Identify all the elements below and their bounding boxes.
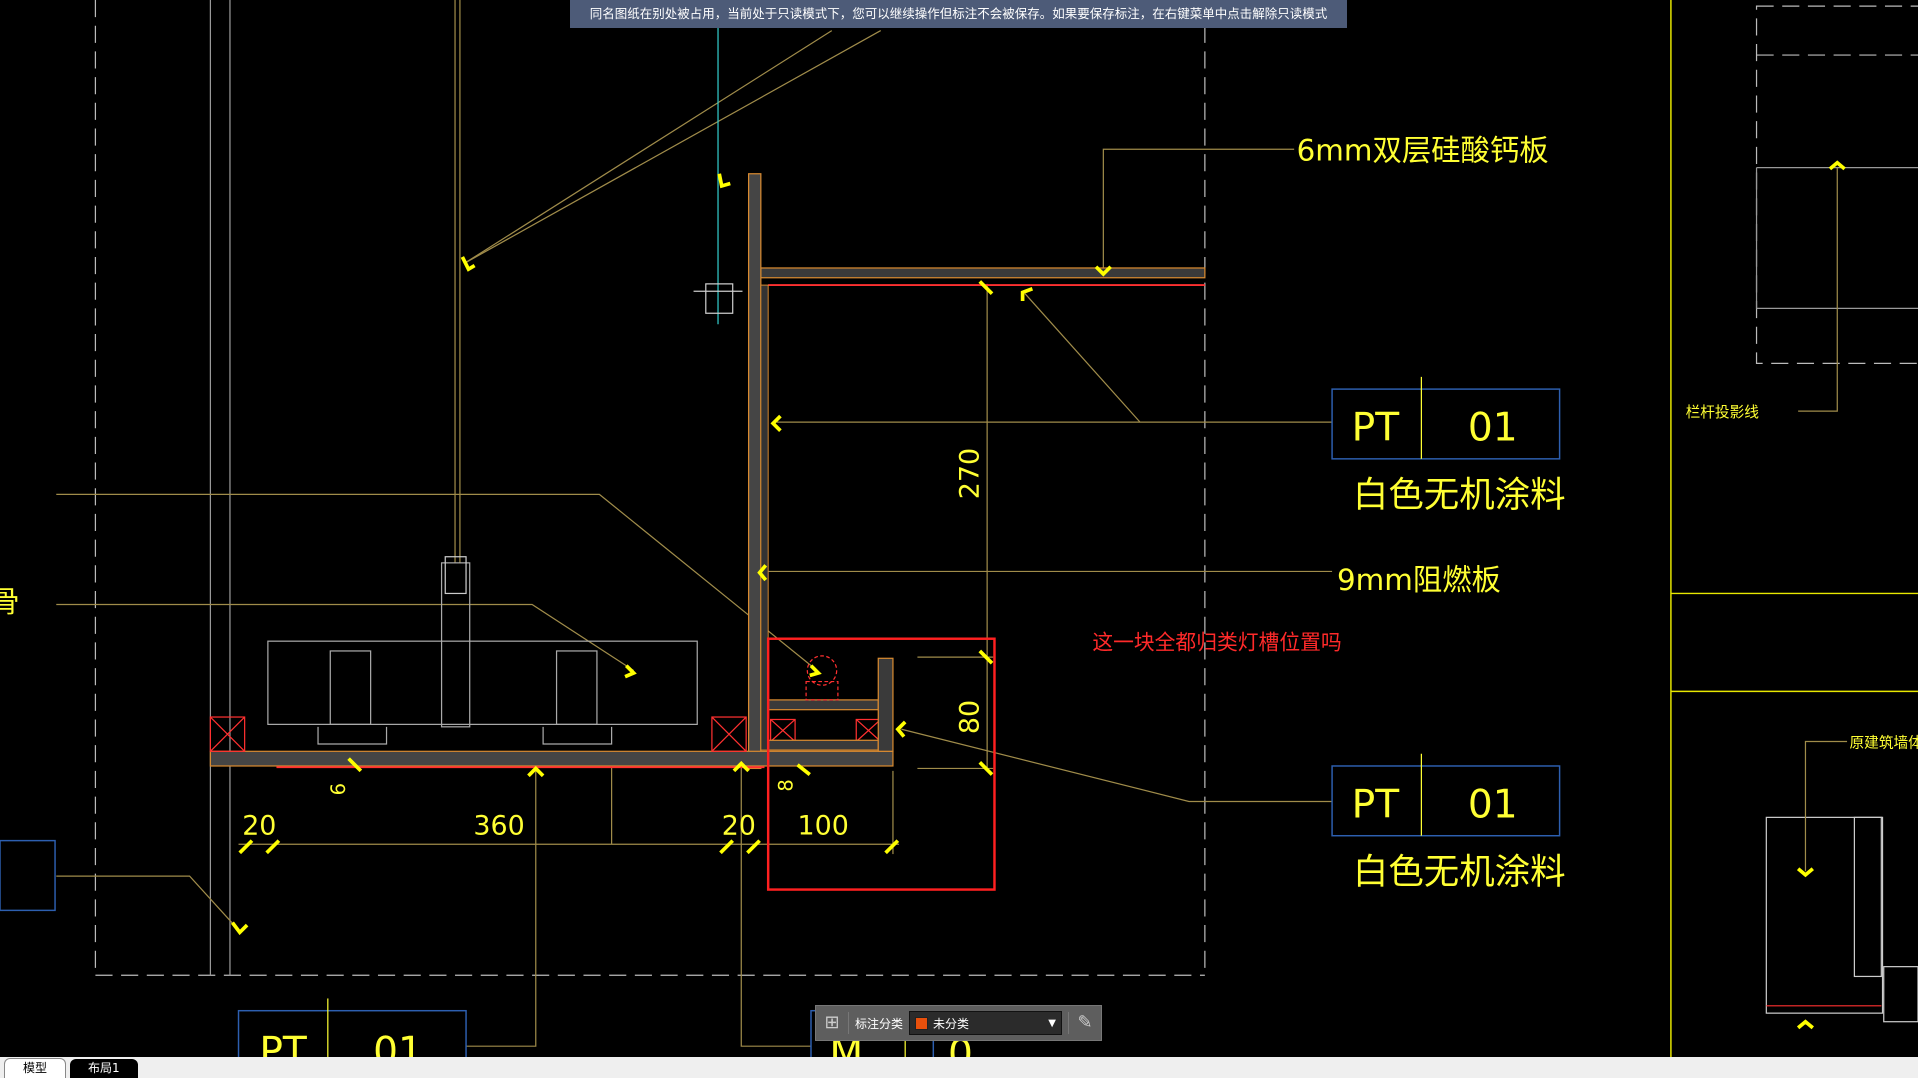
layout-tabs: 模型 布局1	[0, 1057, 1918, 1078]
dim-20-right: 20	[722, 810, 756, 841]
tab-layout1[interactable]: 布局1	[70, 1059, 138, 1078]
toolbar-divider	[1068, 1012, 1069, 1034]
dimension-ticks	[230, 160, 1846, 1030]
dim-270: 270	[955, 448, 986, 499]
category-select[interactable]: 未分类 ▼	[909, 1011, 1062, 1035]
edit-icon[interactable]: ✎	[1075, 1013, 1095, 1033]
cad-canvas[interactable]: 6mm双层硅酸钙板 9mm阻燃板 PT 01 白色无机涂料 PT 01 白色无机…	[0, 0, 1918, 1078]
dashed-boundary	[94, 0, 1918, 976]
tag1-description: 白色无机涂料	[1353, 475, 1566, 516]
tag2-description: 白色无机涂料	[1353, 851, 1566, 892]
label-original-wall: 原建筑墙体	[1850, 735, 1918, 752]
tag2-number: 01	[1468, 782, 1518, 827]
dim-360: 360	[473, 810, 524, 841]
grid-lines	[209, 0, 1918, 976]
grid-icon[interactable]: ⊞	[822, 1013, 842, 1033]
chevron-down-icon: ▼	[1048, 1017, 1056, 1029]
label-railing-projection: 栏杆投影线	[1686, 404, 1760, 421]
tab-model[interactable]: 模型	[4, 1058, 67, 1078]
tag2-code: PT	[1352, 782, 1401, 827]
wall-section-right	[1765, 816, 1918, 1023]
light-trough	[767, 655, 894, 752]
label-9mm-board: 9mm阻燃板	[1337, 563, 1501, 597]
dim-80: 80	[955, 700, 986, 734]
dim-8: 8	[775, 779, 798, 791]
category-value: 未分类	[933, 1016, 970, 1031]
tag1-code: PT	[1352, 405, 1401, 450]
ceiling-board	[209, 173, 1206, 770]
dim-20-left: 20	[242, 810, 276, 841]
label-6mm-board: 6mm双层硅酸钙板	[1297, 133, 1549, 167]
label-left-partial: 骨	[0, 585, 20, 619]
dim-6: 6	[327, 783, 350, 795]
toolbar-divider	[848, 1012, 849, 1034]
annotation-comment[interactable]: 这一块全都归类灯槽位置吗	[1092, 631, 1341, 655]
suspended-frame	[267, 283, 743, 745]
category-color-swatch	[915, 1016, 929, 1030]
tag1-number: 01	[1468, 405, 1518, 450]
category-label: 标注分类	[855, 1016, 904, 1031]
annotation-toolbar: ⊞ 标注分类 未分类 ▼ ✎	[815, 1005, 1102, 1041]
tag-dividers	[327, 376, 1422, 1078]
dim-100: 100	[798, 810, 849, 841]
readonly-notice-banner: 同名图纸在别处被占用，当前处于只读模式下，您可以继续操作但标注不会被保存。如果要…	[570, 0, 1347, 28]
